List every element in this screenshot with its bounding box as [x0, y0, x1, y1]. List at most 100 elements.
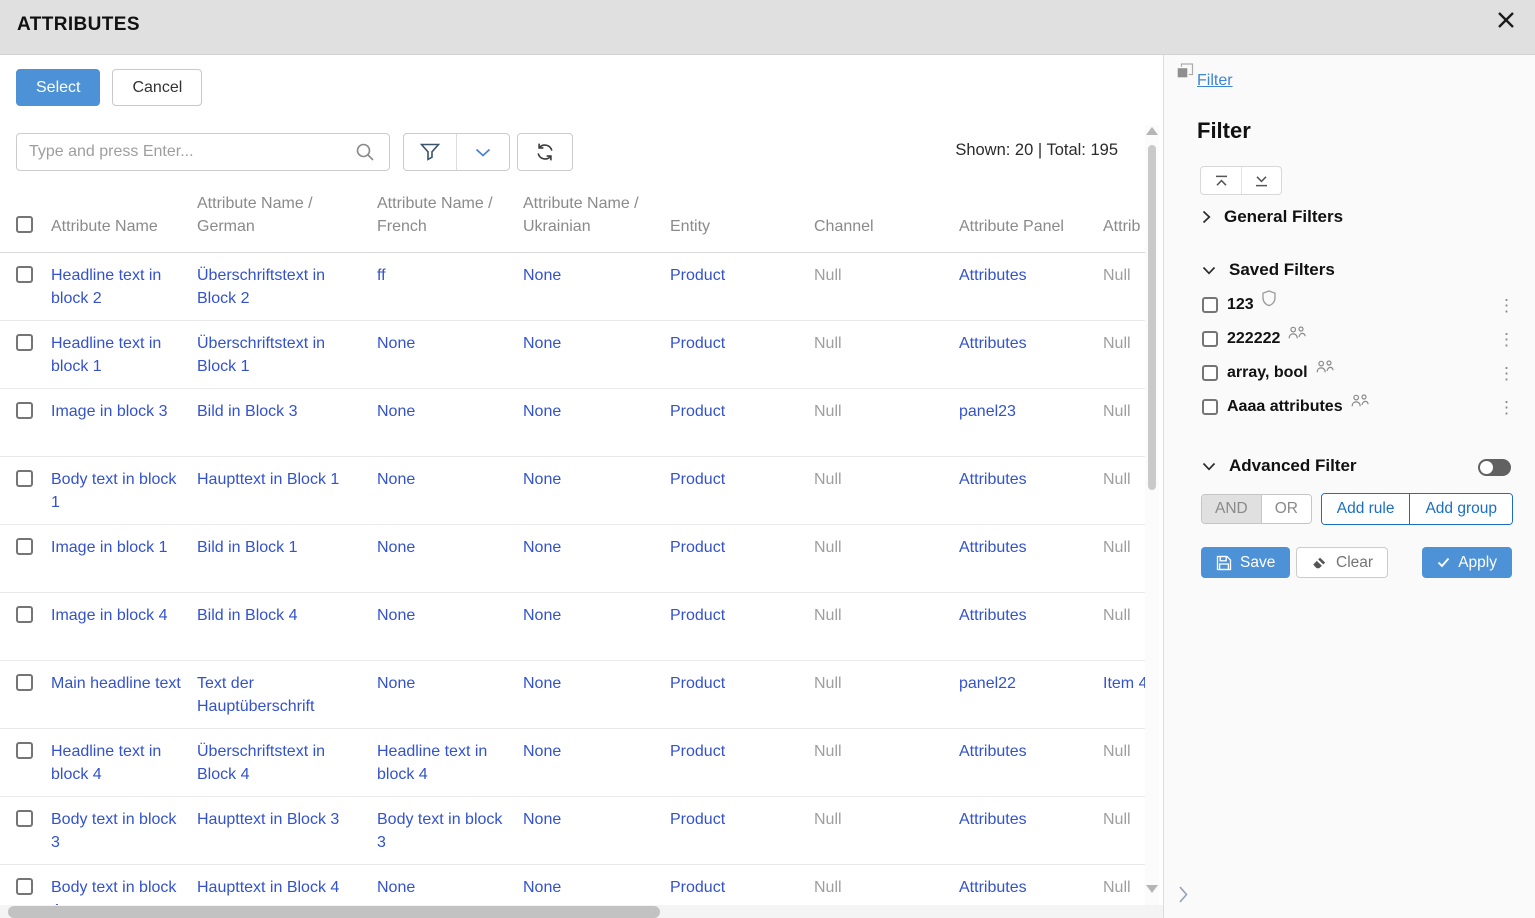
row-checkbox[interactable] — [16, 878, 33, 895]
cell-name-ukrainian[interactable]: None — [523, 811, 561, 828]
cell-attribute-panel[interactable]: Attributes — [959, 471, 1027, 488]
cell-name-german[interactable]: Bild in Block 3 — [197, 403, 298, 420]
cell-name-french[interactable]: None — [377, 675, 415, 692]
funnel-icon[interactable] — [404, 134, 456, 170]
cell-name-german[interactable]: Haupttext in Block 1 — [197, 471, 339, 488]
row-checkbox[interactable] — [16, 470, 33, 487]
cell-attribute-name[interactable]: Body text in block 3 — [51, 811, 176, 851]
scroll-down-arrow-icon[interactable] — [1146, 885, 1158, 893]
cancel-button[interactable]: Cancel — [112, 69, 202, 106]
column-header-channel[interactable]: Channel — [814, 190, 959, 252]
cell-entity[interactable]: Product — [670, 471, 725, 488]
cell-attribute-name[interactable]: Image in block 1 — [51, 539, 168, 556]
row-checkbox[interactable] — [16, 538, 33, 555]
cell-name-french[interactable]: None — [377, 607, 415, 624]
cell-attribute-name[interactable]: Headline text in block 4 — [51, 743, 161, 783]
cell-attribute-panel[interactable]: panel23 — [959, 403, 1016, 420]
cell-name-ukrainian[interactable]: None — [523, 335, 561, 352]
cell-name-ukrainian[interactable]: None — [523, 743, 561, 760]
refresh-icon[interactable] — [517, 133, 573, 171]
cell-name-ukrainian[interactable]: None — [523, 267, 561, 284]
saved-filter-checkbox[interactable] — [1202, 365, 1218, 381]
cell-attribute-name[interactable]: Headline text in block 1 — [51, 335, 161, 375]
vertical-scrollbar-thumb[interactable] — [1148, 145, 1156, 490]
cell-entity[interactable]: Product — [670, 267, 725, 284]
row-checkbox[interactable] — [16, 674, 33, 691]
cell-name-german[interactable]: Haupttext in Block 4 — [197, 879, 339, 896]
column-header-attribute-name-ukrainian[interactable]: Attribute Name / Ukrainian — [523, 190, 670, 252]
cell-extra[interactable]: Item 4 — [1103, 675, 1145, 692]
search-input[interactable] — [17, 143, 341, 161]
cell-name-ukrainian[interactable]: None — [523, 471, 561, 488]
advanced-filter-section[interactable]: Advanced Filter — [1202, 456, 1357, 476]
cell-name-ukrainian[interactable]: None — [523, 607, 561, 624]
cell-name-ukrainian[interactable]: None — [523, 403, 561, 420]
cell-name-french[interactable]: Body text in block 3 — [377, 811, 502, 851]
search-icon[interactable] — [341, 134, 389, 170]
cell-attribute-name[interactable]: Image in block 4 — [51, 607, 168, 624]
cell-entity[interactable]: Product — [670, 607, 725, 624]
cell-attribute-panel[interactable]: Attributes — [959, 607, 1027, 624]
cell-attribute-name[interactable]: Main headline text — [51, 675, 181, 692]
column-header-entity[interactable]: Entity — [670, 190, 814, 252]
horizontal-scrollbar[interactable] — [0, 905, 1163, 918]
cell-name-french[interactable]: None — [377, 539, 415, 556]
cell-name-german[interactable]: Haupttext in Block 3 — [197, 811, 339, 828]
cell-entity[interactable]: Product — [670, 879, 725, 896]
cell-attribute-panel[interactable]: Attributes — [959, 539, 1027, 556]
general-filters-section[interactable]: General Filters — [1202, 207, 1343, 227]
column-header-attribute-name-french[interactable]: Attribute Name / French — [377, 190, 523, 252]
column-header-attribute-name[interactable]: Attribute Name — [51, 190, 197, 252]
row-checkbox[interactable] — [16, 742, 33, 759]
cell-name-ukrainian[interactable]: None — [523, 539, 561, 556]
cell-name-french[interactable]: None — [377, 403, 415, 420]
kebab-menu-icon[interactable]: ⋮ — [1492, 363, 1521, 384]
add-rule-button[interactable]: Add rule — [1322, 494, 1410, 524]
add-group-button[interactable]: Add group — [1409, 494, 1512, 524]
cell-attribute-name[interactable]: Image in block 3 — [51, 403, 168, 420]
cell-name-french[interactable]: None — [377, 471, 415, 488]
cell-name-french[interactable]: None — [377, 879, 415, 896]
row-checkbox[interactable] — [16, 606, 33, 623]
row-checkbox[interactable] — [16, 334, 33, 351]
cell-name-french[interactable]: None — [377, 335, 415, 352]
row-checkbox[interactable] — [16, 402, 33, 419]
column-header-attribute-panel[interactable]: Attribute Panel — [959, 190, 1103, 252]
cell-attribute-name[interactable]: Body text in block 1 — [51, 471, 176, 511]
saved-filter-checkbox[interactable] — [1202, 399, 1218, 415]
collapse-all-icon[interactable] — [1201, 167, 1241, 194]
cell-name-german[interactable]: Text der Hauptüberschrift — [197, 675, 314, 715]
cell-attribute-name[interactable]: Headline text in block 2 — [51, 267, 161, 307]
saved-filter-checkbox[interactable] — [1202, 297, 1218, 313]
select-button[interactable]: Select — [16, 69, 100, 106]
cell-name-ukrainian[interactable]: None — [523, 675, 561, 692]
chevron-down-icon[interactable] — [456, 134, 509, 170]
advanced-filter-toggle[interactable] — [1478, 459, 1511, 476]
sidebar-expand-icon[interactable] — [1174, 881, 1193, 911]
cell-entity[interactable]: Product — [670, 403, 725, 420]
cell-entity[interactable]: Product — [670, 539, 725, 556]
cell-name-german[interactable]: Überschriftstext in Block 4 — [197, 743, 325, 783]
close-icon[interactable] — [1490, 5, 1522, 37]
or-button[interactable]: OR — [1261, 495, 1311, 523]
cell-attribute-panel[interactable]: Attributes — [959, 743, 1027, 760]
cell-name-german[interactable]: Überschriftstext in Block 2 — [197, 267, 325, 307]
and-button[interactable]: AND — [1202, 495, 1261, 523]
cell-entity[interactable]: Product — [670, 743, 725, 760]
saved-filters-section[interactable]: Saved Filters — [1202, 260, 1335, 280]
expand-all-icon[interactable] — [1241, 167, 1281, 194]
cell-name-german[interactable]: Überschriftstext in Block 1 — [197, 335, 325, 375]
cell-attribute-name[interactable]: Body text in block 4 — [51, 879, 176, 906]
save-button[interactable]: Save — [1201, 547, 1290, 578]
cell-attribute-panel[interactable]: Attributes — [959, 811, 1027, 828]
select-all-checkbox[interactable] — [16, 216, 33, 233]
kebab-menu-icon[interactable]: ⋮ — [1492, 397, 1521, 418]
row-checkbox[interactable] — [16, 810, 33, 827]
scroll-up-arrow-icon[interactable] — [1146, 127, 1158, 135]
vertical-scrollbar[interactable] — [1145, 125, 1159, 905]
cell-name-german[interactable]: Bild in Block 4 — [197, 607, 298, 624]
filter-panel-link[interactable]: Filter — [1197, 72, 1233, 90]
cell-entity[interactable]: Product — [670, 335, 725, 352]
cell-attribute-panel[interactable]: Attributes — [959, 267, 1027, 284]
column-header-attribute-name-german[interactable]: Attribute Name / German — [197, 190, 377, 252]
